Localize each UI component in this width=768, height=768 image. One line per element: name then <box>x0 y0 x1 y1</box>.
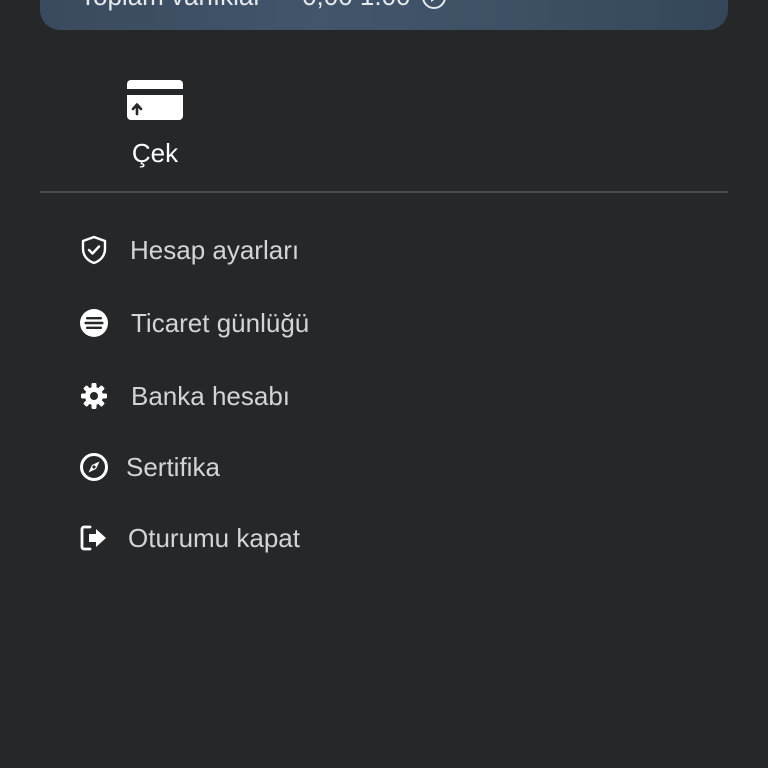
menu-item-account-settings[interactable]: Hesap ayarları <box>78 225 299 275</box>
menu-item-trade-log[interactable]: Ticaret günlüğü <box>78 298 309 348</box>
withdraw-button[interactable]: Çek <box>110 80 200 169</box>
menu-item-logout[interactable]: Oturumu kapat <box>78 513 300 563</box>
total-assets-row: Toplam varlıklar 0,00 1.00 <box>80 0 447 12</box>
list-circle-icon <box>78 307 110 339</box>
menu-item-certificate[interactable]: Sertifika <box>78 442 220 492</box>
menu-item-label: Oturumu kapat <box>128 522 300 553</box>
total-assets-card[interactable]: Toplam varlıklar 0,00 1.00 <box>40 0 728 30</box>
menu-item-bank-account[interactable]: Banka hesabı <box>78 371 290 421</box>
section-divider <box>40 191 728 193</box>
total-assets-value: 0,00 1.00 <box>302 0 410 12</box>
logout-icon <box>78 522 110 554</box>
menu-item-label: Hesap ayarları <box>130 234 300 265</box>
menu-item-label: Sertifika <box>126 451 220 482</box>
account-menu-screen: Toplam varlıklar 0,00 1.00 Çek <box>0 0 768 768</box>
eye-icon[interactable] <box>421 0 447 10</box>
total-assets-value-group: 0,00 1.00 <box>302 0 446 12</box>
menu-item-label: Ticaret günlüğü <box>131 307 310 338</box>
withdraw-label: Çek <box>131 138 179 168</box>
card-withdraw-icon <box>127 80 183 120</box>
gear-icon <box>78 380 110 412</box>
total-assets-label: Toplam varlıklar <box>80 0 262 12</box>
menu-item-label: Banka hesabı <box>131 380 291 411</box>
compass-icon <box>78 451 110 483</box>
shield-check-icon <box>78 234 110 266</box>
